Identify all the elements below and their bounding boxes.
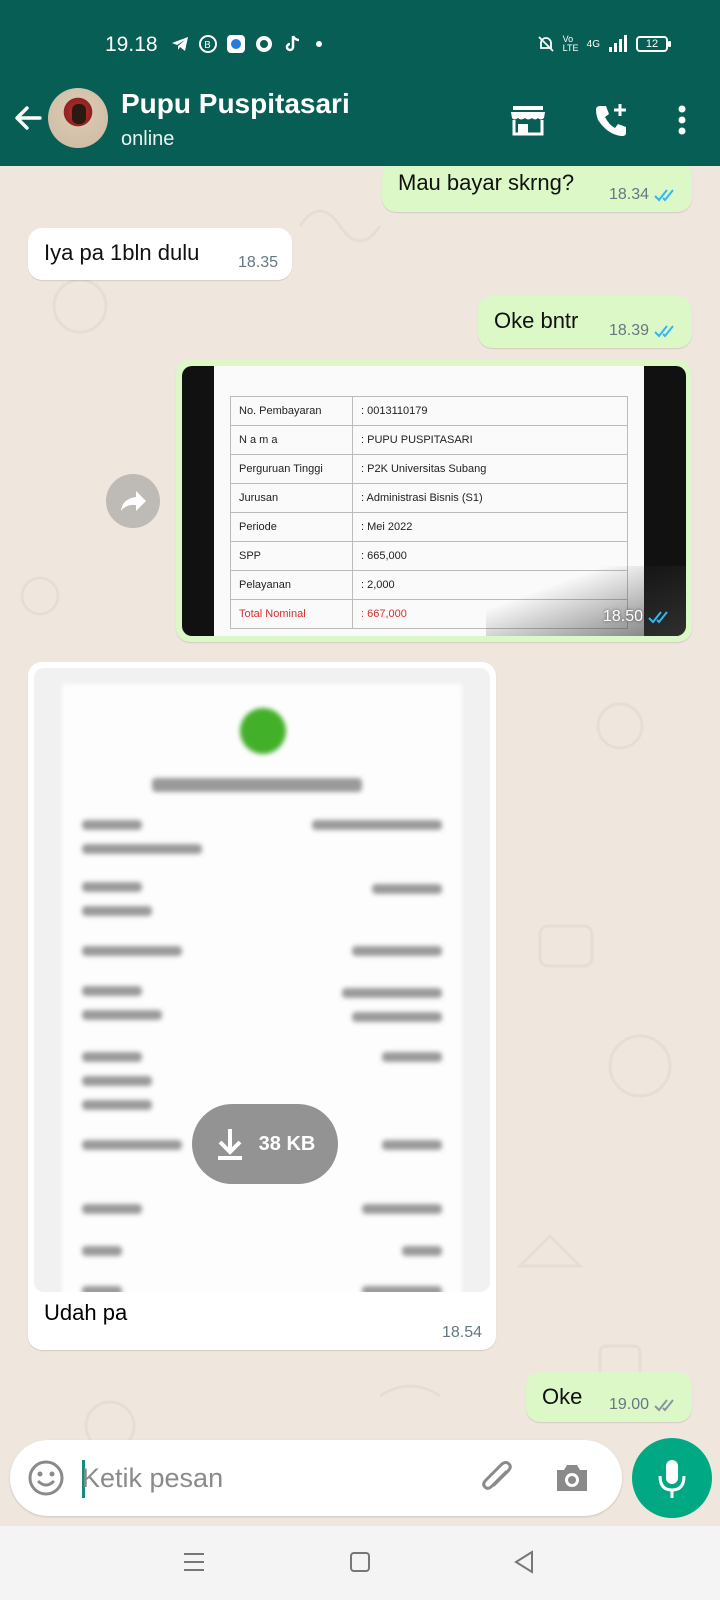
recent-apps-icon[interactable] (180, 1548, 208, 1576)
camera-icon[interactable] (552, 1458, 592, 1498)
table-row: Periode: Mei 2022 (230, 512, 628, 542)
more-notifications-dot (316, 41, 322, 47)
message-meta: 19.00 (609, 1396, 678, 1414)
chat-area[interactable]: Mau bayar skrng? 18.34 Iya pa 1bln dulu … (0, 166, 720, 1526)
network-label: 4G (586, 38, 600, 50)
system-status-icons: Vo LTE 4G 12 (537, 34, 671, 53)
read-ticks-icon (654, 189, 674, 202)
telegram-icon (172, 37, 188, 51)
contact-name[interactable]: Pupu Puspitasari (121, 88, 350, 120)
add-call-icon[interactable] (592, 100, 632, 140)
image-message-outgoing[interactable]: No. Pembayaran: 0013110179 N a m a: PUPU… (176, 360, 692, 642)
message-meta: 18.39 (609, 322, 678, 340)
system-nav-bar (0, 1526, 720, 1600)
message-bubble-outgoing[interactable]: Oke 19.00 (526, 1372, 692, 1422)
image-message-incoming[interactable]: 38 KB Udah pa 18.54 (28, 662, 496, 1350)
download-icon (217, 1129, 242, 1160)
cloud-app-icon (256, 36, 272, 52)
app-tile-icon (227, 35, 245, 53)
payment-image[interactable]: No. Pembayaran: 0013110179 N a m a: PUPU… (182, 366, 686, 636)
mic-button[interactable] (632, 1438, 712, 1518)
signal-icon (609, 35, 627, 52)
message-bubble-incoming[interactable]: Iya pa 1bln dulu 18.35 (28, 228, 292, 280)
message-bubble-outgoing[interactable]: Mau bayar skrng? 18.34 (382, 166, 692, 212)
battery-indicator: 12 (636, 36, 671, 52)
receipt-preview (62, 684, 462, 1292)
read-ticks-icon (654, 325, 674, 338)
message-composer (10, 1440, 622, 1516)
mute-bell-icon (538, 36, 554, 52)
message-text: Iya pa 1bln dulu (44, 240, 200, 265)
chat-header: 19.18 B Vo LTE 4G 12 Pupu Puspitasari on… (0, 0, 720, 166)
delivered-ticks-icon (654, 1399, 674, 1412)
table-row: Jurusan: Administrasi Bisnis (S1) (230, 483, 628, 513)
message-time: 18.34 (608, 186, 649, 203)
message-text: Mau bayar skrng? (398, 170, 575, 195)
message-time: 19.00 (608, 1396, 649, 1413)
attach-icon[interactable] (478, 1458, 518, 1498)
message-bubble-outgoing[interactable]: Oke bntr 18.39 (478, 296, 692, 348)
status-bar: 19.18 B Vo LTE 4G 12 (0, 30, 720, 60)
back-arrow-icon[interactable] (10, 100, 46, 136)
message-meta: 18.35 (238, 254, 278, 272)
forward-icon (121, 491, 146, 511)
message-meta: 18.54 (442, 1324, 482, 1342)
notification-icons: B (170, 34, 322, 54)
image-caption: Udah pa (44, 1300, 128, 1325)
message-time: 18.39 (608, 322, 649, 339)
svg-text:B: B (204, 40, 211, 51)
message-time: 18.50 (602, 608, 643, 625)
message-input[interactable] (82, 1456, 462, 1500)
download-size: 38 KB (258, 1132, 316, 1155)
download-button[interactable]: 38 KB (192, 1104, 338, 1184)
forward-button[interactable] (106, 474, 160, 528)
store-icon[interactable] (508, 100, 548, 140)
message-text: Oke bntr (494, 308, 579, 333)
message-time: 18.35 (237, 254, 278, 271)
message-text: Oke (542, 1384, 583, 1409)
receipt-image-blurred[interactable]: 38 KB (34, 668, 490, 1292)
tiktok-icon (285, 35, 300, 52)
status-time: 19.18 (105, 33, 158, 56)
success-check-icon (240, 708, 286, 754)
contact-status: online (121, 128, 175, 150)
read-ticks-icon (648, 611, 668, 624)
table-row: No. Pembayaran: 0013110179 (230, 396, 628, 426)
emoji-icon[interactable] (26, 1458, 66, 1498)
volte-label: Vo LTE (562, 34, 579, 53)
back-nav-icon[interactable] (510, 1548, 538, 1576)
message-meta: 18.34 (609, 186, 678, 204)
b-app-icon: B (199, 35, 217, 53)
message-meta: 18.50 (603, 608, 672, 626)
more-vert-icon[interactable] (662, 100, 702, 140)
table-row: Perguruan Tinggi: P2K Universitas Subang (230, 454, 628, 484)
contact-avatar[interactable] (48, 88, 108, 148)
home-icon[interactable] (346, 1548, 374, 1576)
table-row: N a m a: PUPU PUSPITASARI (230, 425, 628, 455)
message-time: 18.54 (441, 1324, 482, 1341)
mic-icon (658, 1460, 686, 1498)
